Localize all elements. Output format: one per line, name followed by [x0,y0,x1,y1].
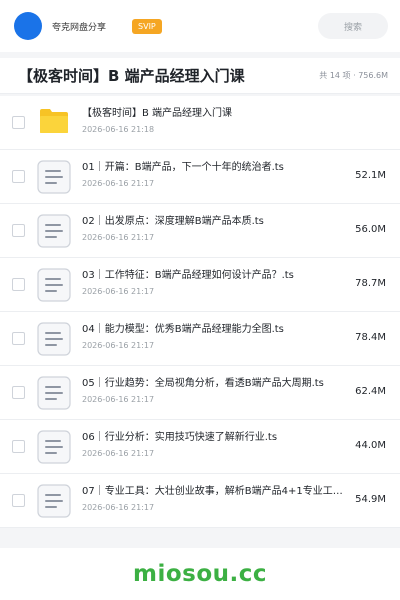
file-texts: 02｜出发原点：深度理解B端产品本质.ts 2026-06-16 21:17 [82,215,350,243]
file-texts: 03｜工作特征：B端产品经理如何设计产品？.ts 2026-06-16 21:17 [82,269,350,297]
file-texts: 01｜开篇：B端产品，下一个十年的统治者.ts 2026-06-16 21:17 [82,161,350,189]
file-row[interactable]: 05｜行业趋势：全局视角分析，看透B端产品大周期.ts 2026-06-16 21… [0,366,400,420]
file-name[interactable]: 03｜工作特征：B端产品经理如何设计产品？.ts [82,269,350,283]
search-placeholder: 搜索 [343,22,362,33]
folder-icon [39,108,69,134]
file-size: 56.0M [355,224,386,235]
file-name[interactable]: 05｜行业趋势：全局视角分析，看透B端产品大周期.ts [82,377,350,391]
file-texts: 06｜行业分析：实用技巧快速了解新行业.ts 2026-06-16 21:17 [82,431,350,459]
file-size: 44.0M [355,440,386,451]
user-name: 夸克网盘分享 [52,22,107,33]
file-texts: 【极客时间】B 端产品经理入门课 2026-06-16 21:18 [82,107,350,135]
file-size: 52.1M [355,170,386,181]
file-size: 78.4M [355,332,386,343]
file-name[interactable]: 06｜行业分析：实用技巧快速了解新行业.ts [82,431,350,445]
file-texts: 07｜专业工具：大壮创业故事，解析B端产品4+1专业工具.ts 2026-06-1… [82,485,350,513]
file-date: 2026-06-16 21:17 [82,503,155,512]
file-size: 54.9M [355,494,386,505]
file-name[interactable]: 01｜开篇：B端产品，下一个十年的统治者.ts [82,161,350,175]
file-row[interactable]: 06｜行业分析：实用技巧快速了解新行业.ts 2026-06-16 21:17 44… [0,420,400,474]
video-file-icon [37,160,71,194]
select-checkbox[interactable] [12,278,25,291]
file-row[interactable]: 02｜出发原点：深度理解B端产品本质.ts 2026-06-16 21:17 56.… [0,204,400,258]
select-checkbox[interactable] [12,440,25,453]
video-file-icon [37,376,71,410]
file-name[interactable]: 07｜专业工具：大壮创业故事，解析B端产品4+1专业工具.ts [82,485,350,499]
svip-badge: SVIP [132,18,162,34]
watermark: miosou.cc [132,561,268,587]
file-date: 2026-06-16 21:17 [82,395,155,404]
file-size: 78.7M [355,278,386,289]
file-date: 2026-06-16 21:17 [82,449,155,458]
item-count: 共 14 项 · 756.6M [319,71,388,80]
file-list: 【极客时间】B 端产品经理入门课 2026-06-16 21:18 01｜开篇：B端… [0,96,400,528]
select-checkbox[interactable] [12,116,25,129]
file-row[interactable]: 01｜开篇：B端产品，下一个十年的统治者.ts 2026-06-16 21:17 5… [0,150,400,204]
app: 夸克网盘分享 SVIP 搜索 【极客时间】B 端产品经理入门课 共 14 项 ·… [0,0,400,600]
file-date: 2026-06-16 21:17 [82,341,155,350]
title-bar: 【极客时间】B 端产品经理入门课 共 14 项 · 756.6M [0,58,400,94]
file-date: 2026-06-16 21:17 [82,233,155,242]
folder-row[interactable]: 【极客时间】B 端产品经理入门课 2026-06-16 21:18 [0,96,400,150]
select-checkbox[interactable] [12,332,25,345]
file-texts: 05｜行业趋势：全局视角分析，看透B端产品大周期.ts 2026-06-16 21… [82,377,350,405]
search-input[interactable]: 搜索 [318,13,388,39]
header: 夸克网盘分享 SVIP 搜索 [0,0,400,52]
file-texts: 04｜能力模型：优秀B端产品经理能力全图.ts 2026-06-16 21:17 [82,323,350,351]
avatar[interactable] [14,12,42,40]
file-row[interactable]: 04｜能力模型：优秀B端产品经理能力全图.ts 2026-06-16 21:17 7… [0,312,400,366]
file-date: 2026-06-16 21:17 [82,287,155,296]
select-checkbox[interactable] [12,386,25,399]
file-name[interactable]: 【极客时间】B 端产品经理入门课 [82,107,350,121]
select-checkbox[interactable] [12,170,25,183]
video-file-icon [37,484,71,518]
file-name[interactable]: 02｜出发原点：深度理解B端产品本质.ts [82,215,350,229]
page-title: 【极客时间】B 端产品经理入门课 [18,67,245,85]
video-file-icon [37,214,71,248]
select-checkbox[interactable] [12,224,25,237]
file-size: 62.4M [355,386,386,397]
video-file-icon [37,430,71,464]
file-date: 2026-06-16 21:17 [82,179,155,188]
file-row[interactable]: 07｜专业工具：大壮创业故事，解析B端产品4+1专业工具.ts 2026-06-1… [0,474,400,528]
file-name[interactable]: 04｜能力模型：优秀B端产品经理能力全图.ts [82,323,350,337]
video-file-icon [37,268,71,302]
video-file-icon [37,322,71,356]
file-row[interactable]: 03｜工作特征：B端产品经理如何设计产品？.ts 2026-06-16 21:17… [0,258,400,312]
file-date: 2026-06-16 21:18 [82,125,155,134]
footer: miosou.cc [0,548,400,600]
select-checkbox[interactable] [12,494,25,507]
